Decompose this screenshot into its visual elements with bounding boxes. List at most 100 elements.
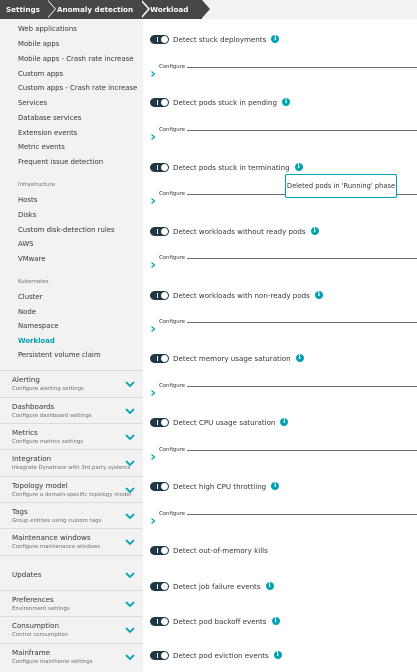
chevron-down-icon[interactable] (125, 538, 135, 546)
section-title: Tags (12, 507, 28, 516)
toggle-switch[interactable] (150, 162, 169, 172)
info-icon[interactable]: i (282, 98, 290, 106)
info-icon[interactable]: i (310, 227, 319, 235)
chevron-down-icon[interactable] (125, 571, 135, 579)
sidebar-item-services[interactable]: Services (18, 99, 47, 107)
detect-stuck-deployments-row: Detect stuck deployments i (150, 33, 280, 45)
section-topology-model[interactable]: Topology model Configure a domain-specif… (0, 476, 143, 502)
chevron-down-icon[interactable] (125, 626, 135, 634)
chevron-down-icon[interactable] (125, 600, 135, 608)
configure-expander[interactable]: Configure (150, 126, 417, 140)
chevron-down-icon[interactable] (125, 653, 135, 661)
breadcrumb-anomaly-detection[interactable]: Anomaly detection (46, 0, 150, 19)
chevron-right-icon (150, 254, 156, 268)
toggle-switch[interactable] (150, 545, 169, 555)
section-alerting[interactable]: Alerting Configure alerting settings (0, 370, 143, 397)
info-icon[interactable]: i (271, 35, 280, 43)
configure-expander[interactable]: Configure (150, 510, 417, 524)
workload-settings-panel: Detect stuck deployments i Configure Det… (143, 19, 417, 672)
info-icon[interactable]: i (280, 418, 289, 426)
sidebar-item-mobile-apps-crash-rate[interactable]: Mobile apps - Crash rate increase (18, 55, 133, 63)
sidebar-item-workload[interactable]: Workload (18, 337, 55, 345)
chevron-down-icon[interactable] (125, 512, 135, 520)
info-icon[interactable]: i (271, 617, 280, 625)
section-description: Environment settings (12, 606, 70, 612)
info-icon[interactable]: i (314, 291, 323, 299)
configure-expander[interactable]: Configure (150, 254, 417, 268)
toggle-switch[interactable] (150, 353, 169, 363)
section-description: Configure maintenance windows (12, 544, 101, 550)
section-maintenance-windows[interactable]: Maintenance windows Configure maintenanc… (0, 528, 143, 555)
section-consumption[interactable]: Consumption Control consumption (0, 616, 143, 643)
sidebar-item-custom-disk-detection-rules[interactable]: Custom disk-detection rules (18, 226, 115, 234)
section-updates[interactable]: Updates (0, 555, 143, 590)
detect-pod-eviction-events-row: Detect pod eviction events i (150, 649, 282, 661)
chevron-down-icon[interactable] (125, 433, 135, 441)
breadcrumb: Settings Anomaly detection Workload (0, 0, 211, 19)
toggle-switch[interactable] (150, 650, 169, 660)
sidebar-item-mobile-apps[interactable]: Mobile apps (18, 40, 59, 48)
section-title: Integration (12, 454, 52, 463)
configure-expander[interactable]: Configure (150, 446, 417, 460)
chevron-right-icon (150, 190, 156, 204)
sidebar-item-disks[interactable]: Disks (18, 211, 36, 219)
sidebar-item-persistent-volume-claim[interactable]: Persistent volume claim (18, 351, 101, 359)
sidebar-item-node[interactable]: Node (18, 308, 36, 316)
sidebar-item-cluster[interactable]: Cluster (18, 293, 42, 301)
info-icon[interactable]: i (271, 482, 280, 490)
detection-label: Detect memory usage saturation (173, 353, 291, 363)
sidebar-item-web-applications[interactable]: Web applications (18, 25, 77, 33)
divider (187, 450, 417, 451)
section-title: Metrics (12, 428, 38, 437)
toggle-switch[interactable] (150, 616, 169, 626)
toggle-switch[interactable] (150, 34, 169, 44)
section-dashboards[interactable]: Dashboards Configure dashboard settings (0, 397, 143, 423)
section-mainframe[interactable]: Mainframe Configure mainframe settings (0, 643, 143, 672)
toggle-switch[interactable] (150, 581, 169, 591)
section-preferences[interactable]: Preferences Environment settings (0, 590, 143, 616)
chevron-down-icon[interactable] (125, 380, 135, 388)
sidebar-item-database-services[interactable]: Database services (18, 114, 81, 122)
divider (187, 67, 417, 68)
chevron-down-icon[interactable] (125, 407, 135, 415)
sidebar-item-metric-events[interactable]: Metric events (18, 143, 65, 151)
chevron-down-icon[interactable] (125, 486, 135, 494)
detect-memory-usage-saturation-row: Detect memory usage saturation i (150, 352, 304, 364)
sidebar-item-frequent-issue-detection[interactable]: Frequent issue detection (18, 158, 103, 166)
configure-expander[interactable]: Configure (150, 382, 417, 396)
toggle-switch[interactable] (150, 226, 169, 236)
sidebar-item-namespace[interactable]: Namespace (18, 322, 59, 330)
info-icon[interactable]: i (273, 651, 282, 659)
breadcrumb-settings[interactable]: Settings (0, 0, 57, 19)
toggle-switch[interactable] (150, 97, 169, 107)
info-icon[interactable]: i (294, 163, 303, 171)
chevron-down-icon[interactable] (125, 459, 135, 467)
configure-label: Configure (159, 64, 186, 70)
toggle-switch[interactable] (150, 290, 169, 300)
sidebar-item-aws[interactable]: AWS (18, 240, 34, 248)
section-description: Configure metrics settings (12, 439, 84, 445)
configure-expander[interactable]: Configure (150, 63, 417, 77)
section-integration[interactable]: Integration Integrate Dynatrace with 3rd… (0, 449, 143, 476)
toggle-switch[interactable] (150, 417, 169, 427)
section-description: Integrate Dynatrace with 3rd party syste… (12, 465, 131, 471)
section-description: Configure a domain-specific topology mod… (12, 492, 132, 498)
info-icon[interactable]: i (295, 354, 304, 362)
detection-label: Detect pods stuck in pending (173, 97, 277, 107)
sidebar-item-custom-apps[interactable]: Custom apps (18, 70, 63, 78)
detection-label: Detect workloads without ready pods (173, 226, 306, 236)
sidebar-item-custom-apps-crash-rate[interactable]: Custom apps - Crash rate increase (18, 84, 137, 92)
chevron-right-icon (150, 510, 156, 524)
section-title: Alerting (12, 375, 40, 384)
toggle-switch[interactable] (150, 481, 169, 491)
configure-label: Configure (159, 319, 186, 325)
sidebar-item-vmware[interactable]: VMware (18, 255, 45, 263)
info-icon[interactable]: i (265, 582, 274, 590)
detect-out-of-memory-kills-row: Detect out-of-memory kills (150, 544, 268, 556)
configure-expander[interactable]: Configure (150, 318, 417, 332)
section-description: Configure dashboard settings (12, 413, 92, 419)
sidebar-item-extension-events[interactable]: Extension events (18, 129, 77, 137)
section-tags[interactable]: Tags Group entities using custom tags (0, 502, 143, 528)
section-metrics[interactable]: Metrics Configure metrics settings (0, 423, 143, 449)
sidebar-item-hosts[interactable]: Hosts (18, 196, 37, 204)
